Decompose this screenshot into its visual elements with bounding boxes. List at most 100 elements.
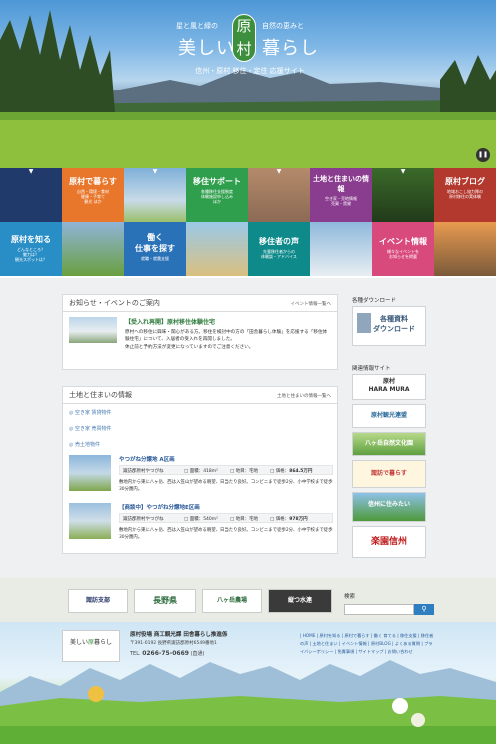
nav-tile-work-title: 働く 仕事を探す [135, 233, 175, 253]
nav-tile-voice-sub: 先輩移住者からの 体験談・アドバイス [261, 249, 297, 260]
nav-photo-field[interactable]: ▼ [124, 168, 186, 222]
nav-tile-living-sub: 自然・環境・食材 健康・子育て 観光 ほか [77, 189, 109, 205]
nav-tile-voice[interactable]: 移住者の声 先輩移住者からの 体験談・アドバイス [248, 222, 310, 276]
nav-tile-blog[interactable]: 原村ブログ 地域おこし協力隊の 原村移住の実体験 [434, 168, 496, 222]
news-panel: お知らせ・イベントのご案内 イベント情報一覧へ 【受入れ再開】原村移住体験住宅 … [62, 294, 338, 370]
tagline-left: 星と風と緑の [176, 22, 218, 30]
nav-tile-work[interactable]: 働く 仕事を探す 就職・就農支援 [124, 222, 186, 276]
nav-tile-event[interactable]: イベント情報 様々なイベントを お知らせを掲載 [372, 222, 434, 276]
listing-area: 540m² [203, 517, 218, 522]
nav-tile-living[interactable]: 原村で暮らす 自然・環境・食材 健康・子育て 観光 ほか [62, 168, 124, 222]
nav-tile-land[interactable]: 土地と住まいの情報 空き家・売地情報 売買・賃貸 [310, 168, 372, 222]
listing-area-label: 面積： [189, 517, 204, 522]
listing-desc: 敷地内から東に八ヶ岳、西は入笠山が望める眺望、日当たり良好。コンビニまで徒歩2分… [119, 528, 333, 541]
footer-tel: TEL. 0266-75-0669 (直通) [130, 650, 204, 657]
listing-location: 諏訪郡原村やつがね [123, 517, 164, 522]
document-icon [357, 313, 371, 333]
footer-address: 〒391-0192 長野県諏訪郡原村6549番地1 [130, 641, 217, 646]
listing-meta: 諏訪郡原村やつがね □ 面積：540m² □ 地目：宅地 □ 価格：978万円 [119, 513, 333, 523]
listing-price-label: 価格： [275, 517, 290, 522]
nav-photo-sunset[interactable] [434, 222, 496, 276]
news-more-link[interactable]: イベント情報一覧へ [291, 301, 332, 307]
tagline-right: 自然の恵みと [262, 22, 304, 30]
footer-org: 原村役場 商工観光課 田舎暮らし推進係 [130, 632, 228, 638]
listing-photo[interactable] [69, 455, 111, 491]
listing-title[interactable]: 【商談中】やつがね分譲地E区画 [119, 503, 200, 511]
listing-area: 418m² [203, 469, 218, 474]
nav-photo-mountain[interactable] [62, 222, 124, 276]
listing-land-type: 地目：宅地 [235, 469, 259, 474]
nav-tile-know[interactable]: 原村を知る どんなところ？ 魅力は？ 観光スポットは？ [0, 222, 62, 276]
cat-land-link[interactable]: ◎ 売土地物件 [69, 441, 100, 448]
banner-haramura[interactable]: 原村 HARA MURA [352, 374, 426, 400]
nav-tile-know-sub: どんなところ？ 魅力は？ 観光スポットは？ [15, 247, 47, 263]
pause-icon[interactable]: ❚❚ [476, 148, 490, 162]
links-title: 関連情報サイト [352, 366, 391, 372]
nav-tile-voice-title: 移住者の声 [259, 237, 299, 246]
title-post: 暮らし [262, 38, 319, 59]
nav-photo-forest[interactable]: ▼ [372, 168, 434, 222]
footer-links[interactable]: | HOME | 原村を知る | 原村で暮らす | 働く 育てる | 移住支援 … [300, 632, 436, 656]
cat-rental-link[interactable]: ◎ 空き家 賃貸物件 [69, 409, 112, 416]
nav-tile-support[interactable]: 移住サポート 各種移住支援制度 体験施設申し込み ほか [186, 168, 248, 222]
nav-tile-event-title: イベント情報 [379, 237, 427, 246]
search-button[interactable]: ⚲ [414, 604, 434, 615]
news-item-body: 原村への移住に興味・関心がある方。移住を検討中の方の「田舎暮らし体験」を応援する… [125, 330, 328, 350]
listing-meta: 諏訪郡原村やつがね □ 面積：418m² □ 地目：宅地 □ 価格：864.5万… [119, 465, 333, 475]
nav-tile-support-title: 移住サポート [193, 177, 241, 186]
nav-photo-wheat[interactable] [186, 222, 248, 276]
search-label: 検索 [344, 594, 356, 600]
banner-kanko[interactable]: 原村観光連盟 [352, 404, 426, 428]
title-kanji-badge: 原 村 [232, 14, 256, 62]
title-kanji-1: 原 [236, 17, 252, 35]
footer-logo-post: 暮らし [94, 639, 113, 646]
listing-area-label: 面積： [189, 469, 204, 474]
listing-price: 864.5万円 [289, 469, 313, 474]
main-nav: ▼ 原村で暮らす 自然・環境・食材 健康・子育て 観光 ほか ▼ 移住サポート … [0, 168, 496, 276]
banner-rakuen[interactable]: 楽園信州 [352, 526, 426, 558]
download-banner-label: 各種資料 ダウンロード [373, 315, 415, 333]
title-pre: 美しい [178, 38, 235, 59]
banner-shinshu[interactable]: 信州に住みたい [352, 492, 426, 522]
logo-yatsugatake[interactable]: 八ヶ岳農場 [202, 589, 262, 613]
listing-desc: 敷地内から東に八ヶ岳、西は入笠山が望める眺望、日当たり良好。コンビニまで徒歩2分… [119, 480, 333, 493]
footer-logo-pre: 美しい [69, 639, 88, 646]
footer-tel-label: TEL. [130, 651, 141, 657]
news-thumbnail[interactable] [69, 317, 117, 343]
listing-price: 978万円 [289, 517, 308, 522]
listing-photo[interactable] [69, 503, 111, 539]
banner-shizen[interactable]: 八ヶ岳自然文化園 [352, 432, 426, 456]
footer-logo[interactable]: 美しい原暮らし [62, 630, 120, 662]
nav-tile-event-sub: 様々なイベントを お知らせを掲載 [387, 249, 419, 260]
logo-tatetsu[interactable]: 縦つ水連 [268, 589, 332, 613]
download-banner[interactable]: 各種資料 ダウンロード [352, 306, 426, 346]
nav-tile-land-sub: 空き家・売地情報 売買・賃貸 [325, 196, 357, 207]
news-item-title[interactable]: 【受入れ再開】原村移住体験住宅 [125, 317, 215, 326]
land-panel: 土地と住まいの情報 土地と住まいの情報一覧へ ◎ 空き家 賃貸物件 ◎ 空き家 … [62, 386, 338, 554]
hero-banner: 星と風と緑の 自然の恵みと 美しい 原 村 暮らし 信州・原村 移住・定住 応援… [0, 0, 496, 168]
nav-tile-support-sub: 各種移住支援制度 体験施設申し込み ほか [201, 189, 233, 205]
site-subtitle: 信州・原村 移住・定住 応援サイト [195, 67, 305, 75]
logo-nagano[interactable]: 長野県 [134, 589, 196, 613]
nav-tile-know-title: 原村を知る [11, 235, 51, 244]
download-title: 各種ダウンロード [352, 298, 397, 304]
nav-photo-snow[interactable] [310, 222, 372, 276]
nav-tile-living-title: 原村で暮らす [69, 177, 117, 186]
listing-location: 諏訪郡原村やつがね [123, 469, 164, 474]
cat-sale-link[interactable]: ◎ 空き家 売買物件 [69, 425, 112, 432]
nav-tile-land-title: 土地と住まいの情報 [313, 175, 369, 193]
footer-tel-note: (直通) [190, 651, 205, 657]
banner-suwa[interactable]: 諏訪で暮らす [352, 460, 426, 488]
cat-land-label: 売土地物件 [74, 442, 100, 448]
listing-title[interactable]: やつがね分譲地 A区画 [119, 455, 175, 463]
nav-tile-blog-title: 原村ブログ [445, 177, 485, 186]
nav-photo-people[interactable]: ▼ [248, 168, 310, 222]
search-input[interactable] [344, 604, 414, 615]
listing-land-type: 地目：宅地 [235, 517, 259, 522]
nav-photo-stars[interactable]: ▼ [0, 168, 62, 222]
land-more-link[interactable]: 土地と住まいの情報一覧へ [277, 393, 331, 399]
footer-tel-number: 0266-75-0669 [142, 650, 189, 657]
listing-price-label: 価格： [275, 469, 290, 474]
cat-sale-label: 空き家 売買物件 [74, 426, 112, 432]
logo-suwa[interactable]: 諏訪支部 [68, 589, 128, 613]
